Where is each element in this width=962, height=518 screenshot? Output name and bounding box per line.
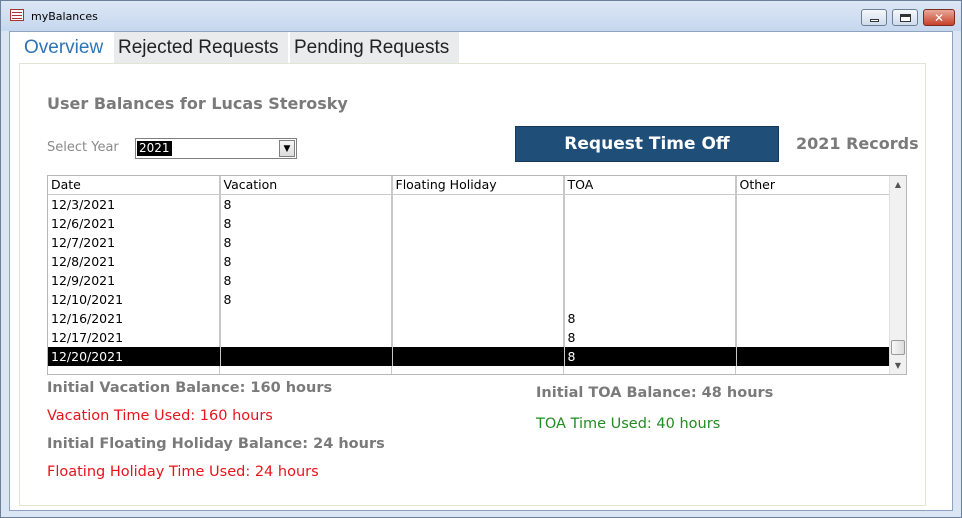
initial-toa-balance: Initial TOA Balance: 48 hours	[536, 385, 774, 401]
page-title: User Balances for Lucas Sterosky	[47, 94, 348, 113]
cell-vacation	[219, 309, 392, 328]
scroll-up-icon[interactable]: ▲	[890, 176, 906, 193]
table-row-selected[interactable]: 12/20/2021 8	[48, 347, 890, 366]
cell-toa: 8	[563, 328, 736, 347]
table-row[interactable]: 12/9/2021 8	[48, 271, 890, 290]
cell-toa	[563, 214, 736, 233]
column-header[interactable]: Floating Holiday	[391, 176, 564, 195]
window-title: myBalances	[31, 10, 98, 23]
column-header[interactable]: Other	[735, 176, 890, 195]
table-row[interactable]: 12/7/2021 8	[48, 233, 890, 252]
app-window: myBalances ✕ Overview Rejected Requests …	[0, 0, 962, 518]
cell-toa	[563, 271, 736, 290]
year-select-value: 2021	[137, 141, 172, 156]
table-row[interactable]: 12/6/2021 8	[48, 214, 890, 233]
cell-date: 12/9/2021	[51, 273, 116, 288]
cell-date: 12/17/2021	[51, 330, 124, 345]
maximize-icon	[899, 13, 911, 22]
chevron-down-icon[interactable]: ▼	[279, 140, 295, 157]
cell-other	[735, 290, 890, 309]
cell-date: 12/8/2021	[51, 254, 116, 269]
cell-floating	[391, 194, 564, 214]
cell-toa: 8	[563, 309, 736, 328]
cell-floating	[391, 233, 564, 252]
records-label: 2021 Records	[796, 134, 919, 153]
floating-holiday-time-used: Floating Holiday Time Used: 24 hours	[47, 464, 319, 480]
close-icon: ✕	[933, 10, 945, 25]
form-client-area: Overview Rejected Requests Pending Reque…	[9, 31, 953, 511]
cell-toa: 8	[563, 347, 736, 366]
column-header[interactable]: TOA	[563, 176, 736, 195]
cell-other	[735, 271, 890, 290]
cell-other	[735, 252, 890, 271]
tab-rejected-requests[interactable]: Rejected Requests	[113, 32, 288, 64]
cell-toa	[563, 233, 736, 252]
cell-vacation	[219, 328, 392, 347]
minimize-icon	[869, 18, 879, 22]
cell-floating	[391, 214, 564, 233]
vacation-time-used: Vacation Time Used: 160 hours	[47, 408, 273, 424]
table-row[interactable]: 12/3/2021 8	[48, 194, 890, 214]
column-header[interactable]: Date	[48, 176, 220, 195]
table-header-row: Date Vacation Floating Holiday TOA Other	[48, 176, 890, 195]
cell-vacation: 8	[219, 271, 392, 290]
cell-vacation: 8	[219, 290, 392, 309]
records-table: Date Vacation Floating Holiday TOA Other…	[48, 176, 890, 366]
cell-floating	[391, 252, 564, 271]
cell-date: 12/10/2021	[51, 292, 124, 307]
cell-floating	[391, 347, 564, 366]
cell-floating	[391, 271, 564, 290]
cell-vacation: 8	[219, 214, 392, 233]
toa-time-used: TOA Time Used: 40 hours	[536, 416, 721, 432]
cell-toa	[563, 290, 736, 309]
cell-other	[735, 233, 890, 252]
cell-toa	[563, 194, 736, 214]
grid-vertical-scrollbar[interactable]: ▲ ▼	[889, 176, 906, 374]
maximize-button[interactable]	[892, 9, 918, 26]
table-row[interactable]: 12/10/2021 8	[48, 290, 890, 309]
cell-other	[735, 328, 890, 347]
scroll-down-icon[interactable]: ▼	[890, 357, 906, 374]
scroll-thumb[interactable]	[891, 340, 905, 355]
cell-other	[735, 214, 890, 233]
cell-floating	[391, 328, 564, 347]
cell-date: 12/3/2021	[51, 197, 116, 212]
initial-vacation-balance: Initial Vacation Balance: 160 hours	[47, 380, 333, 396]
tab-overview[interactable]: Overview	[20, 32, 116, 64]
cell-vacation: 8	[219, 233, 392, 252]
records-grid[interactable]: Date Vacation Floating Holiday TOA Other…	[47, 175, 907, 375]
table-row[interactable]: 12/17/2021 8	[48, 328, 890, 347]
cell-date: 12/16/2021	[51, 311, 124, 326]
initial-floating-holiday-balance: Initial Floating Holiday Balance: 24 hou…	[47, 436, 385, 452]
cell-other	[735, 309, 890, 328]
minimize-button[interactable]	[861, 9, 887, 26]
cell-date: 12/20/2021	[48, 347, 220, 366]
title-bar[interactable]: myBalances ✕	[1, 1, 961, 31]
column-header[interactable]: Vacation	[219, 176, 392, 195]
year-select[interactable]: 2021 ▼	[135, 138, 297, 159]
table-row[interactable]: 12/8/2021 8	[48, 252, 890, 271]
request-time-off-button[interactable]: Request Time Off	[515, 126, 779, 162]
table-row[interactable]: 12/16/2021 8	[48, 309, 890, 328]
cell-floating	[391, 290, 564, 309]
cell-vacation: 8	[219, 194, 392, 214]
form-icon	[10, 9, 24, 21]
cell-other	[735, 347, 890, 366]
cell-toa	[563, 252, 736, 271]
cell-floating	[391, 309, 564, 328]
tab-pending-requests[interactable]: Pending Requests	[289, 32, 459, 64]
cell-vacation: 8	[219, 252, 392, 271]
cell-other	[735, 194, 890, 214]
cell-vacation	[219, 347, 392, 366]
cell-date: 12/7/2021	[51, 235, 116, 250]
close-button[interactable]: ✕	[923, 9, 955, 26]
cell-date: 12/6/2021	[51, 216, 116, 231]
year-label: Select Year	[47, 140, 119, 155]
